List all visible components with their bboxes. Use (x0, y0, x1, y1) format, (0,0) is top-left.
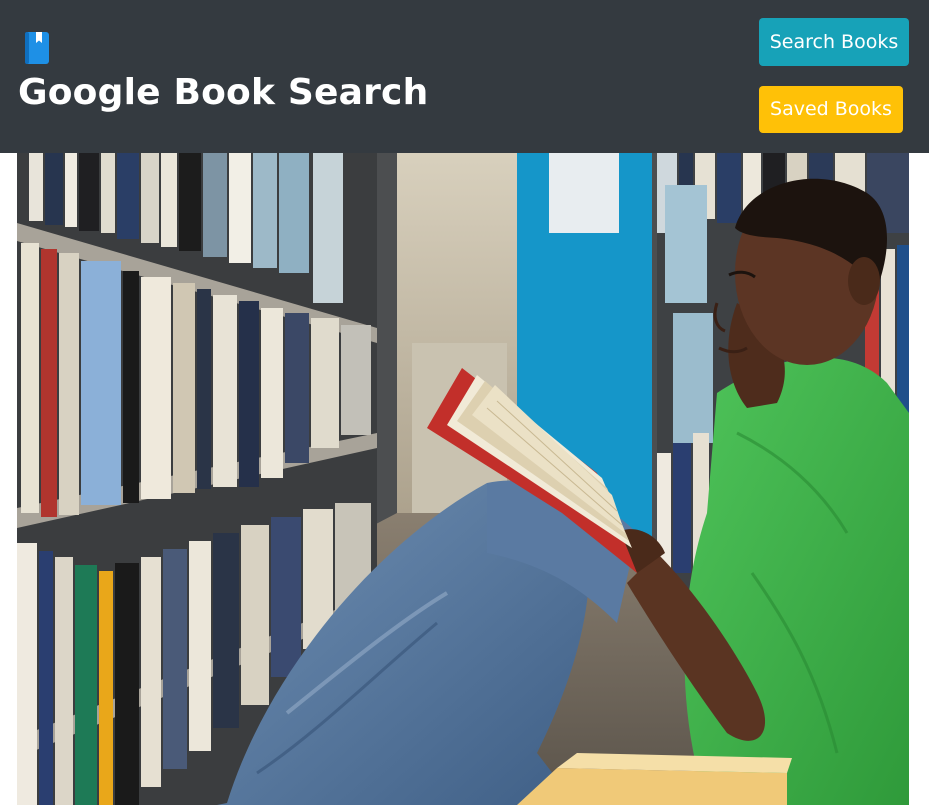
search-books-button[interactable]: Search Books (759, 18, 909, 66)
saved-books-button[interactable]: Saved Books (759, 86, 903, 133)
navbar: Google Book Search Search Books Saved Bo… (0, 0, 929, 153)
book-icon (24, 32, 50, 64)
hero-image (17, 153, 909, 805)
page-title: Google Book Search (18, 72, 429, 113)
